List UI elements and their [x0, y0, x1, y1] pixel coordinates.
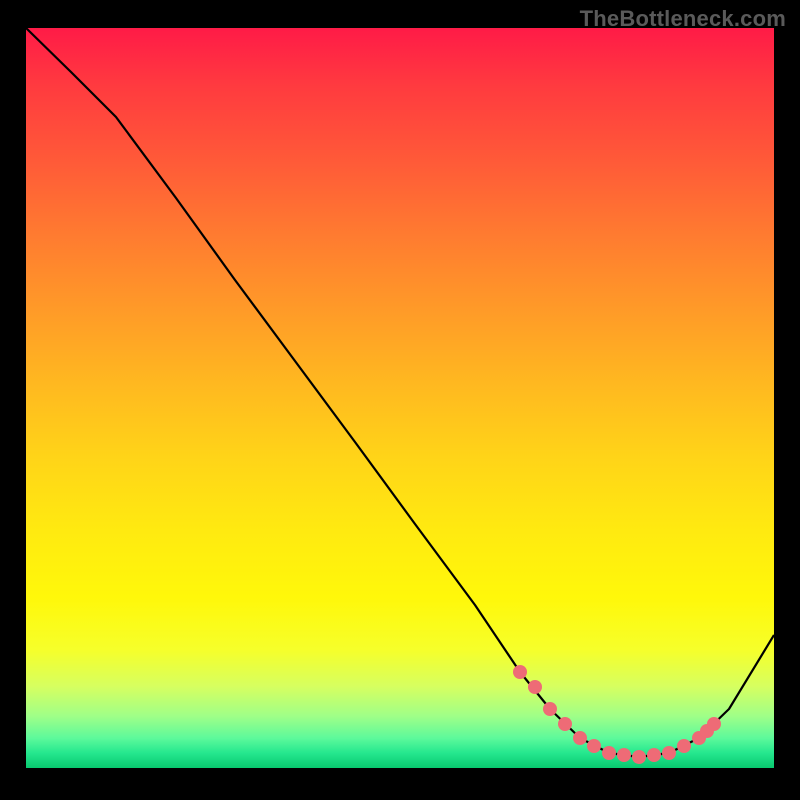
curve-marker [573, 731, 587, 745]
curve-marker [513, 665, 527, 679]
curve-marker [662, 746, 676, 760]
curve-marker [707, 717, 721, 731]
bottleneck-curve [26, 28, 774, 757]
curve-marker [677, 739, 691, 753]
curve-marker [647, 748, 661, 762]
curve-marker [632, 750, 646, 764]
curve-marker [543, 702, 557, 716]
plot-area [26, 28, 774, 768]
curve-marker [558, 717, 572, 731]
chart-svg [26, 28, 774, 768]
curve-group [26, 28, 774, 757]
chart-frame: TheBottleneck.com [0, 0, 800, 800]
curve-marker [602, 746, 616, 760]
marker-group [513, 665, 721, 764]
curve-marker [587, 739, 601, 753]
curve-marker [617, 748, 631, 762]
curve-marker [528, 680, 542, 694]
watermark-text: TheBottleneck.com [580, 6, 786, 32]
